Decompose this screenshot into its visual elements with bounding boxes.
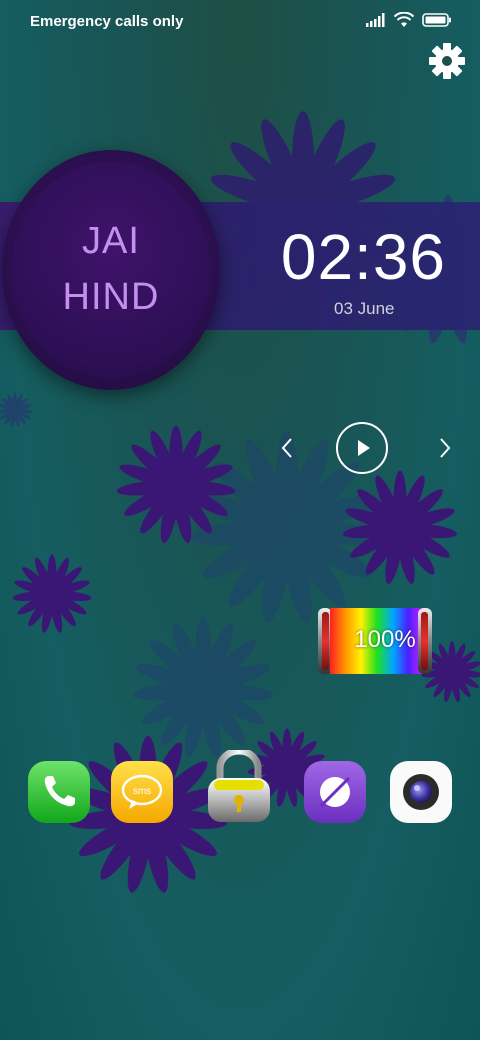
widget-circle-inner[interactable] <box>12 162 210 378</box>
play-icon <box>358 440 370 456</box>
wallpaper-flowers <box>0 111 480 895</box>
browser-app-icon[interactable] <box>303 760 367 824</box>
status-bar: Emergency calls only <box>0 0 480 44</box>
wifi-icon <box>394 12 414 27</box>
padlock-app-icon[interactable] <box>206 750 272 824</box>
sms-app-icon[interactable]: sms <box>110 760 174 824</box>
chevron-right-icon[interactable] <box>434 436 454 460</box>
battery-icon <box>422 13 451 27</box>
clock-time[interactable]: 02:36 <box>281 220 446 294</box>
battery-percentage: 100% <box>354 626 416 653</box>
phone-app-icon[interactable] <box>27 760 91 824</box>
clock-date[interactable]: 03 June <box>334 299 395 319</box>
carrier-text: Emergency calls only <box>30 13 184 30</box>
sms-label: sms <box>133 786 151 797</box>
chevron-left-icon[interactable] <box>278 436 298 460</box>
widget-text-line2: HIND <box>62 276 160 318</box>
camera-app-icon[interactable] <box>389 760 453 824</box>
widget-text-line1: JAI <box>82 220 140 262</box>
gear-icon[interactable] <box>428 42 466 80</box>
signal-icon <box>366 13 385 27</box>
play-button[interactable] <box>336 422 388 474</box>
